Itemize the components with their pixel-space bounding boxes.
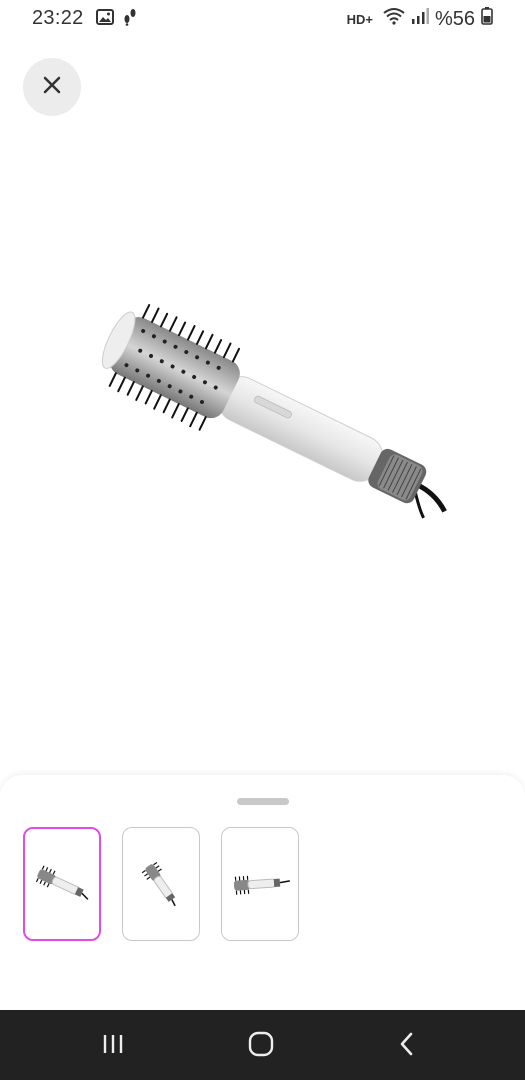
home-icon — [248, 1031, 274, 1062]
recents-icon — [101, 1033, 125, 1060]
thumbnail-sheet — [0, 775, 525, 1010]
status-time: 23:22 — [32, 7, 84, 29]
close-icon — [41, 74, 63, 101]
battery-icon — [481, 7, 493, 31]
network-label: HD+ — [346, 11, 373, 27]
image-icon — [96, 9, 114, 30]
wifi-icon — [383, 7, 405, 31]
thumbnail-1[interactable] — [23, 827, 101, 941]
thumbnail-image-1 — [35, 865, 89, 900]
navigation-bar — [0, 1010, 525, 1080]
status-bar: 23:22 HD+ %56 — [0, 0, 525, 36]
recents-button[interactable] — [88, 1026, 138, 1066]
signal-icon — [411, 7, 429, 31]
thumbnail-image-3 — [233, 875, 290, 895]
sheet-handle[interactable] — [237, 798, 289, 805]
thumbnail-2[interactable] — [122, 827, 200, 941]
back-icon — [398, 1031, 416, 1062]
back-button[interactable] — [382, 1026, 432, 1066]
footsteps-icon — [122, 8, 138, 31]
battery-percentage: %56 — [434, 7, 475, 30]
thumbnail-3[interactable] — [221, 827, 299, 941]
hot-air-brush-image — [80, 300, 480, 540]
close-button[interactable] — [23, 58, 81, 116]
thumbnail-image-2 — [141, 861, 176, 907]
home-button[interactable] — [236, 1026, 286, 1066]
